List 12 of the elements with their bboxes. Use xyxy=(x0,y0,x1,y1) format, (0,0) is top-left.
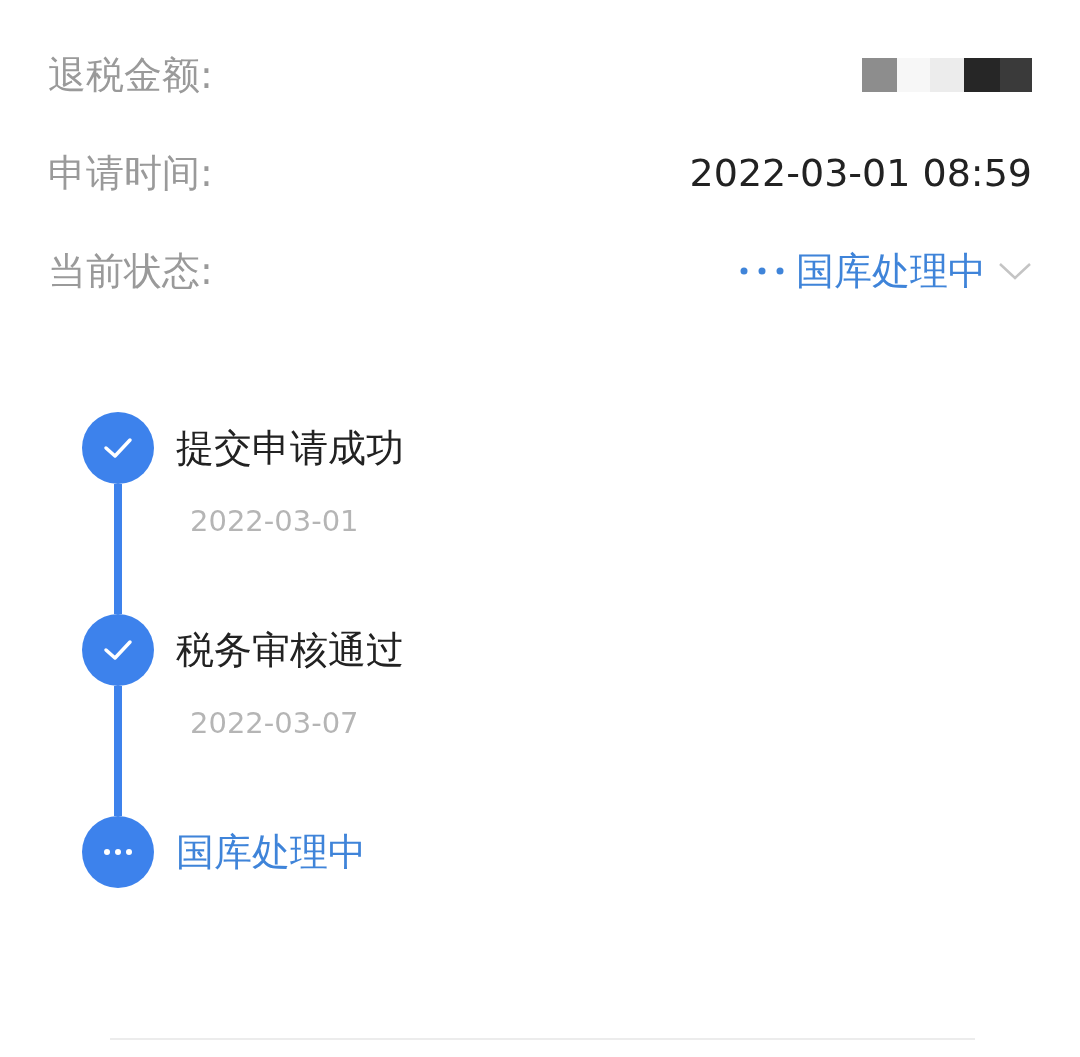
step-date: 2022-03-07 xyxy=(190,706,360,740)
field-value: 2022-03-01 08:59 xyxy=(689,151,1032,195)
field-label: 当前状态: xyxy=(48,247,213,295)
field-label: 申请时间: xyxy=(48,149,213,197)
field-label: 退税金额: xyxy=(48,51,213,99)
step-title: 提交申请成功 xyxy=(176,425,404,472)
more-dots-icon xyxy=(740,267,784,275)
step-title: 国库处理中 xyxy=(176,829,366,876)
chevron-down-icon[interactable] xyxy=(998,262,1032,280)
step-date: 2022-03-01 xyxy=(190,504,360,538)
status-value: 国库处理中 xyxy=(796,247,986,295)
step-title: 税务审核通过 xyxy=(176,627,404,674)
